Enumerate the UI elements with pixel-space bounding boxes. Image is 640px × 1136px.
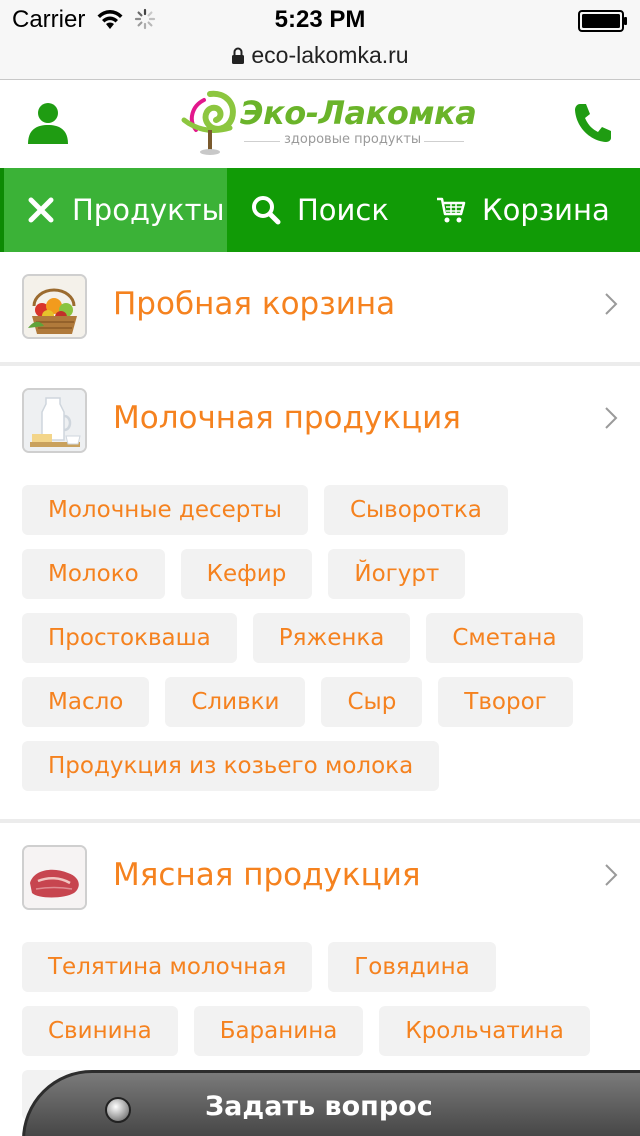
subcategory-tag[interactable]: Свинина [22,1006,178,1056]
site-header: Эко-Лакомка здоровые продукты [0,80,640,168]
battery-icon [578,10,627,32]
subcategory-tag[interactable]: Сметана [426,613,583,663]
cart-icon [437,197,466,223]
lock-icon [232,47,245,64]
close-icon [28,197,54,223]
subcategory-tags: Молочные десерты Сыворотка Молоко Кефир Йогу… [22,485,622,805]
category-header[interactable]: Мясная продукция [0,823,640,935]
url-text: eco-lakomka.ru [251,42,409,68]
subcategory-tag[interactable]: Крольчатина [379,1006,590,1056]
tab-cart-label: Корзина [482,193,610,227]
category-image [22,388,87,453]
status-bar: Carrier 5:23 PM [0,0,640,40]
tab-search[interactable]: Поиск [227,168,412,252]
site-logo[interactable]: Эко-Лакомка здоровые продукты [180,86,477,160]
subcategory-tag[interactable]: Молоко [22,549,165,599]
subcategory-tag[interactable]: Сливки [165,677,306,727]
subcategory-tag[interactable]: Сыворотка [323,485,508,535]
ask-question-label: Задать вопрос [205,1091,433,1122]
tab-products-label: Продукты [72,193,225,227]
category-title: Мясная продукция [113,857,421,893]
tag-row: Продукция из козьего молока [22,741,622,791]
subcategory-tag[interactable]: Баранина [193,1006,364,1056]
tag-row: Масло Сливки Сыр Творог [22,677,622,727]
chevron-right-icon [605,864,618,886]
subcategory-tag[interactable]: Ряженка [252,613,411,663]
subcategory-tag[interactable]: Масло [22,677,150,727]
main-nav: Продукты Поиск Корзина [0,168,640,252]
logo-swirl-icon [181,90,236,155]
logo-rule-left [244,141,280,142]
subcategory-tag[interactable]: Сыр [321,677,423,727]
meat-icon [24,847,85,908]
search-icon [252,196,281,225]
address-bar[interactable]: eco-lakomka.ru [0,40,640,80]
subcategory-tag[interactable]: Йогурт [328,549,466,599]
tag-row: Свинина Баранина Крольчатина [22,1006,622,1056]
logo-rule-right [424,141,464,142]
category-trial-basket: Пробная корзина [0,252,640,364]
tab-cart[interactable]: Корзина [412,168,640,252]
phone-icon[interactable] [572,100,612,144]
logo-title: Эко-Лакомка [240,94,477,132]
category-title: Молочная продукция [113,400,461,436]
category-dairy: Молочная продукция [0,366,640,478]
category-header[interactable]: Молочная продукция [0,366,640,478]
subcategory-tag[interactable]: Кефир [180,549,313,599]
category-image [22,274,87,339]
category-title: Пробная корзина [113,286,396,322]
category-image [22,845,87,910]
subcategory-tag[interactable]: Говядина [328,942,496,992]
chevron-right-icon [605,293,618,315]
milk-products-icon [24,390,85,451]
tab-search-label: Поиск [297,193,389,227]
subcategory-tag[interactable]: Простокваша [22,613,237,663]
category-meat: Мясная продукция [0,823,640,935]
vegetable-basket-icon [24,276,85,337]
logo-subtitle: здоровые продукты [284,132,422,147]
user-icon[interactable] [26,100,70,144]
indicator-dot-icon [105,1097,131,1123]
tag-row: Молоко Кефир Йогурт [22,549,622,599]
tag-row: Молочные десерты Сыворотка [22,485,622,535]
subcategory-tag[interactable]: Молочные десерты [22,485,308,535]
subcategory-tag[interactable]: Продукция из козьего молока [22,741,440,791]
clock: 5:23 PM [274,6,366,33]
subcategory-tag[interactable]: Творог [438,677,573,727]
subcategory-tag[interactable]: Телятина молочная [22,942,313,992]
chevron-right-icon [605,407,618,429]
tag-row: Телятина молочная Говядина [22,942,622,992]
ask-question-button[interactable]: Задать вопрос [22,1070,640,1136]
category-header[interactable]: Пробная корзина [0,252,640,364]
tag-row: Простокваша Ряженка Сметана [22,613,622,663]
tab-products[interactable]: Продукты [0,168,227,252]
